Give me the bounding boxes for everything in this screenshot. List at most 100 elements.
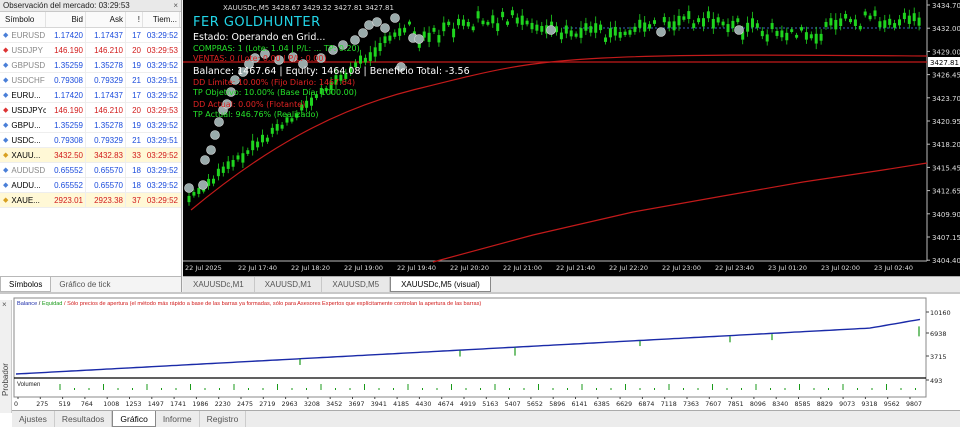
market-row[interactable]: ◆ USDJPYc 146.190 146.210 20 03:29:53 xyxy=(0,103,181,118)
time-tick-label: 22 Jul 17:40 xyxy=(238,264,277,272)
tester-tabs: Ajustes Resultados Gráfico Informe Regis… xyxy=(12,410,960,427)
column-bid[interactable]: Bid xyxy=(46,12,86,27)
x-tick-label: 5407 xyxy=(505,401,521,408)
time-tick-label: 23 Jul 01:20 xyxy=(768,264,807,272)
ea-tp-current: TP Actual: 946.76% (Realizado) xyxy=(193,110,319,119)
candle-body xyxy=(677,15,681,26)
x-tick-label: 3941 xyxy=(371,401,387,408)
candle-body xyxy=(824,21,828,27)
ask-value: 0.79329 xyxy=(86,73,126,87)
market-row[interactable]: ◆ AUDUSD 0.65552 0.65570 18 03:29:52 xyxy=(0,163,181,178)
spread-value: 21 xyxy=(132,76,141,85)
candle-body xyxy=(829,18,833,26)
candle-body xyxy=(751,18,754,28)
ask-value: 0.65570 xyxy=(86,163,126,177)
time-tick-label: 22 Jul 22:20 xyxy=(609,264,648,272)
tab-xauusdc-m5-visual[interactable]: XAUUSDc,M5 (visual) xyxy=(390,277,491,292)
tab-tick-chart[interactable]: Gráfico de tick xyxy=(51,277,118,292)
symbol-name: AUDUSD xyxy=(11,165,46,175)
market-watch-tabs: Símbolos Gráfico de tick xyxy=(0,276,181,292)
x-tick-label: 6385 xyxy=(594,401,610,408)
bid-value: 146.190 xyxy=(46,103,86,117)
close-icon[interactable]: × xyxy=(2,300,7,309)
candle-body xyxy=(398,28,402,36)
symbol-name: GBPU... xyxy=(11,120,41,130)
candle-body xyxy=(672,21,676,31)
bid-value: 0.79308 xyxy=(46,73,86,87)
market-watch-panel: Observación del mercado: 03:29:53 × Símb… xyxy=(0,0,182,292)
candle-body xyxy=(594,23,598,33)
candle-body xyxy=(540,26,544,32)
bid-value: 146.190 xyxy=(46,43,86,57)
x-tick-label: 7363 xyxy=(683,401,699,408)
candle-body xyxy=(212,178,215,184)
market-row[interactable]: ◆ GBPU... 1.35259 1.35278 19 03:29:52 xyxy=(0,118,181,133)
column-spread[interactable]: ! xyxy=(126,12,143,27)
candle-body xyxy=(231,160,235,167)
tab-graph[interactable]: Gráfico xyxy=(112,411,156,427)
symbol-status-icon: ◆ xyxy=(3,76,9,84)
tab-log[interactable]: Registro xyxy=(200,411,247,427)
candle-body xyxy=(491,15,495,24)
market-row[interactable]: ◆ XAUU... 3432.50 3432.83 33 03:29:52 xyxy=(0,148,181,163)
x-tick-label: 9562 xyxy=(884,401,900,408)
column-symbol[interactable]: Símbolo xyxy=(0,12,46,27)
market-row[interactable]: ◆ EURUSD 1.17420 1.17437 17 03:29:52 xyxy=(0,28,181,43)
ea-sells: VENTAS: 0 (Lote: 0.00 | P/L: 0.00) xyxy=(193,54,327,63)
candle-body xyxy=(785,32,789,41)
market-watch-title: Observación del mercado: 03:29:53 × xyxy=(0,0,181,12)
ea-buys: COMPRAS: 1 (Lote: 1.04 | P/L: ... TP: 0.… xyxy=(193,44,360,53)
candle-body xyxy=(452,28,456,38)
ask-value: 1.17437 xyxy=(86,88,126,102)
market-row[interactable]: ◆ EURU... 1.17420 1.17437 17 03:29:52 xyxy=(0,88,181,103)
candle-body xyxy=(574,33,578,37)
time-tick-label: 22 Jul 20:20 xyxy=(450,264,489,272)
column-ask[interactable]: Ask xyxy=(86,12,126,27)
tab-report[interactable]: Informe xyxy=(156,411,200,427)
bid-value: 3432.50 xyxy=(46,148,86,162)
candle-body xyxy=(702,18,705,27)
price-tick-label: 3429.00 xyxy=(932,48,960,56)
market-row[interactable]: ◆ USDCHF 0.79308 0.79329 21 03:29:51 xyxy=(0,73,181,88)
market-row[interactable]: ◆ AUDU... 0.65552 0.65570 18 03:29:52 xyxy=(0,178,181,193)
symbol-name: USDJPY xyxy=(11,45,43,55)
time-tick-label: 23 Jul 02:40 xyxy=(874,264,913,272)
candle-body xyxy=(251,140,255,151)
time-value: 03:29:51 xyxy=(146,136,178,145)
bid-value: 0.65552 xyxy=(46,178,86,192)
x-tick-label: 2719 xyxy=(259,401,275,408)
symbol-name: GBPUSD xyxy=(11,60,46,70)
candle-body xyxy=(804,32,808,40)
market-row[interactable]: ◆ XAUE... 2923.01 2923.38 37 03:29:52 xyxy=(0,193,181,208)
tab-xauusdc-m1[interactable]: XAUUSDc,M1 xyxy=(183,277,255,292)
x-tick-label: 9318 xyxy=(861,401,877,408)
time-value: 03:29:52 xyxy=(146,31,178,40)
candle-body xyxy=(559,32,563,40)
ea-state: Estado: Operando en Grid... xyxy=(193,32,326,43)
candle-body xyxy=(628,30,632,35)
time-tick-label: 22 Jul 23:40 xyxy=(715,264,754,272)
tab-settings[interactable]: Ajustes xyxy=(12,411,55,427)
market-row[interactable]: ◆ USDJPY 146.190 146.210 20 03:29:53 xyxy=(0,43,181,58)
market-row[interactable]: ◆ USDC... 0.79308 0.79329 21 03:29:51 xyxy=(0,133,181,148)
x-tick-label: 3697 xyxy=(349,401,365,408)
legend-equity: Equidad xyxy=(41,301,63,307)
candle-body xyxy=(476,11,480,19)
candle-body xyxy=(648,24,652,29)
tab-xauusd-m5[interactable]: XAUUSD,M5 xyxy=(322,277,391,292)
time-value: 03:29:51 xyxy=(146,76,178,85)
close-icon[interactable]: × xyxy=(173,0,178,12)
market-row[interactable]: ◆ GBPUSD 1.35259 1.35278 19 03:29:52 xyxy=(0,58,181,73)
candle-body xyxy=(638,19,642,28)
candle-body xyxy=(858,25,862,30)
column-time[interactable]: Tiem... xyxy=(143,12,180,27)
candle-body xyxy=(226,161,230,169)
candle-body xyxy=(197,188,201,194)
tab-results[interactable]: Resultados xyxy=(55,411,113,427)
price-chart[interactable]: 3434.70 3432.00 3429.00 3426.45 3423.70 3420.… xyxy=(183,0,960,276)
time-value: 03:29:52 xyxy=(146,181,178,190)
time-tick-label: 22 Jul 21:40 xyxy=(556,264,595,272)
tab-symbols[interactable]: Símbolos xyxy=(0,277,52,292)
chart-tabs: XAUUSDc,M1 XAUUSD,M1 XAUUSD,M5 XAUUSDc,M… xyxy=(183,276,960,292)
tab-xauusd-m1[interactable]: XAUUSD,M1 xyxy=(255,277,323,292)
